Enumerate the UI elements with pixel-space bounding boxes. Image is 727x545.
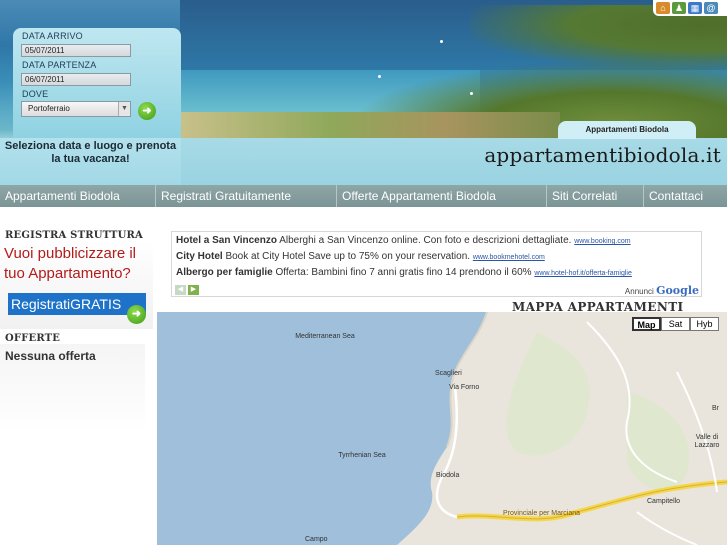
map-label: Tyrrhenian Sea [338, 452, 386, 459]
ads-by-google[interactable]: Annunci Google [625, 284, 699, 297]
departure-label: DATA PARTENZA [22, 60, 97, 70]
map-type-satellite-button[interactable]: Sat [661, 317, 690, 331]
sea-area [157, 312, 487, 545]
nav-item-contattaci[interactable]: Contattaci [644, 185, 727, 207]
home-icon[interactable]: ⌂ [656, 2, 670, 14]
promo-text: Seleziona data e luogo e prenota la tua … [0, 138, 181, 185]
ad-url[interactable]: www.bookmehotel.com [473, 254, 545, 261]
email-icon[interactable]: @ [704, 2, 718, 14]
google-logo: Google [656, 284, 699, 297]
ad-item[interactable]: Hotel a San Vincenzo Alberghi a San Vinc… [176, 235, 631, 246]
top-icons-bar: ⌂ ♟ ▦ @ [653, 0, 727, 16]
map-label: Biodola [436, 472, 460, 479]
where-label: DOVE [22, 89, 49, 99]
ad-text: Book at City Hotel Save up to 75% on you… [225, 251, 471, 262]
map-type-hybrid-button[interactable]: Hyb [690, 317, 719, 331]
chevron-down-icon: ▼ [118, 102, 130, 116]
nav-item-appartamenti-biodola[interactable]: Appartamenti Biodola [0, 185, 156, 207]
search-go-button[interactable]: ➜ [138, 102, 156, 120]
map-type-map-button[interactable]: Map [632, 317, 661, 331]
boat-shape [440, 40, 443, 43]
ad-item[interactable]: Albergo per famiglie Offerta: Bambini fi… [176, 267, 632, 278]
departure-date-input[interactable]: 06/07/2011 [21, 73, 131, 86]
map-label: Scaglieri [435, 370, 462, 377]
main-nav: Appartamenti Biodola Registrati Gratuita… [0, 185, 727, 207]
google-ads-box: Hotel a San Vincenzo Alberghi a San Vinc… [171, 231, 702, 297]
beach-photo [180, 112, 560, 138]
offers-section-title: OFFERTE [5, 333, 61, 344]
map-label: Mediterranean Sea [295, 333, 355, 340]
site-logo: appartamentibiodola.it [484, 143, 721, 167]
nav-item-registrati[interactable]: Registrati Gratuitamente [156, 185, 337, 207]
map-label: Campo [305, 536, 328, 543]
road [456, 479, 727, 522]
site-tab: Appartamenti Biodola [558, 121, 696, 139]
map-type-controls: Map Sat Hyb [632, 317, 719, 331]
users-icon[interactable]: ♟ [672, 2, 686, 14]
map-label: Campitello [647, 498, 681, 505]
map-label: Via Forno [449, 384, 480, 391]
road [636, 511, 698, 545]
ad-url[interactable]: www.hotel-hof.it/offerta-famiglie [534, 270, 632, 277]
ad-title[interactable]: City Hotel [176, 251, 223, 262]
arrival-label: DATA ARRIVO [22, 31, 83, 41]
where-select[interactable]: Portoferraio ▼ [21, 101, 131, 117]
nav-item-offerte[interactable]: Offerte Appartamenti Biodola [337, 185, 547, 207]
where-select-value: Portoferraio [28, 104, 70, 113]
advertise-link[interactable]: Vuoi pubblicizzare il tuo Appartamento? [4, 244, 159, 284]
boat-shape [470, 92, 473, 95]
green-area [627, 392, 689, 491]
ad-title[interactable]: Albergo per famiglie [176, 267, 273, 278]
ad-text: Alberghi a San Vincenzo online. Con foto… [279, 235, 572, 246]
ad-next-button[interactable]: ▶ [188, 285, 199, 295]
arrival-date-input[interactable]: 05/07/2011 [21, 44, 131, 57]
nav-item-siti-correlati[interactable]: Siti Correlati [547, 185, 644, 207]
no-offers-text: Nessuna offerta [5, 349, 96, 363]
ad-url[interactable]: www.booking.com [574, 238, 630, 245]
arrow-right-icon[interactable]: ➜ [127, 305, 146, 324]
boat-shape [378, 75, 381, 78]
map-view[interactable]: Mediterranean Sea Scaglieri Via Forno Ty… [157, 312, 727, 545]
booking-form: DATA ARRIVO 05/07/2011 DATA PARTENZA 06/… [13, 28, 181, 138]
ad-text: Offerta: Bambini fino 7 anni gratis fino… [275, 267, 532, 278]
map-label: Valle di Lazzaro [694, 434, 720, 449]
ads-label: Annunci [624, 287, 654, 296]
page: DATA ARRIVO 05/07/2011 DATA PARTENZA 06/… [0, 0, 727, 545]
ad-prev-button[interactable]: ◀ [175, 285, 186, 295]
ad-item[interactable]: City Hotel Book at City Hotel Save up to… [176, 251, 545, 262]
map-label: Br [712, 405, 719, 412]
register-free-button[interactable]: RegistratiGRATIS [8, 293, 146, 315]
map-canvas [157, 312, 727, 545]
ad-title[interactable]: Hotel a San Vincenzo [176, 235, 277, 246]
sitemap-icon[interactable]: ▦ [688, 2, 702, 14]
map-label: Provinciale per Marciana [503, 510, 581, 517]
green-area [506, 332, 590, 456]
